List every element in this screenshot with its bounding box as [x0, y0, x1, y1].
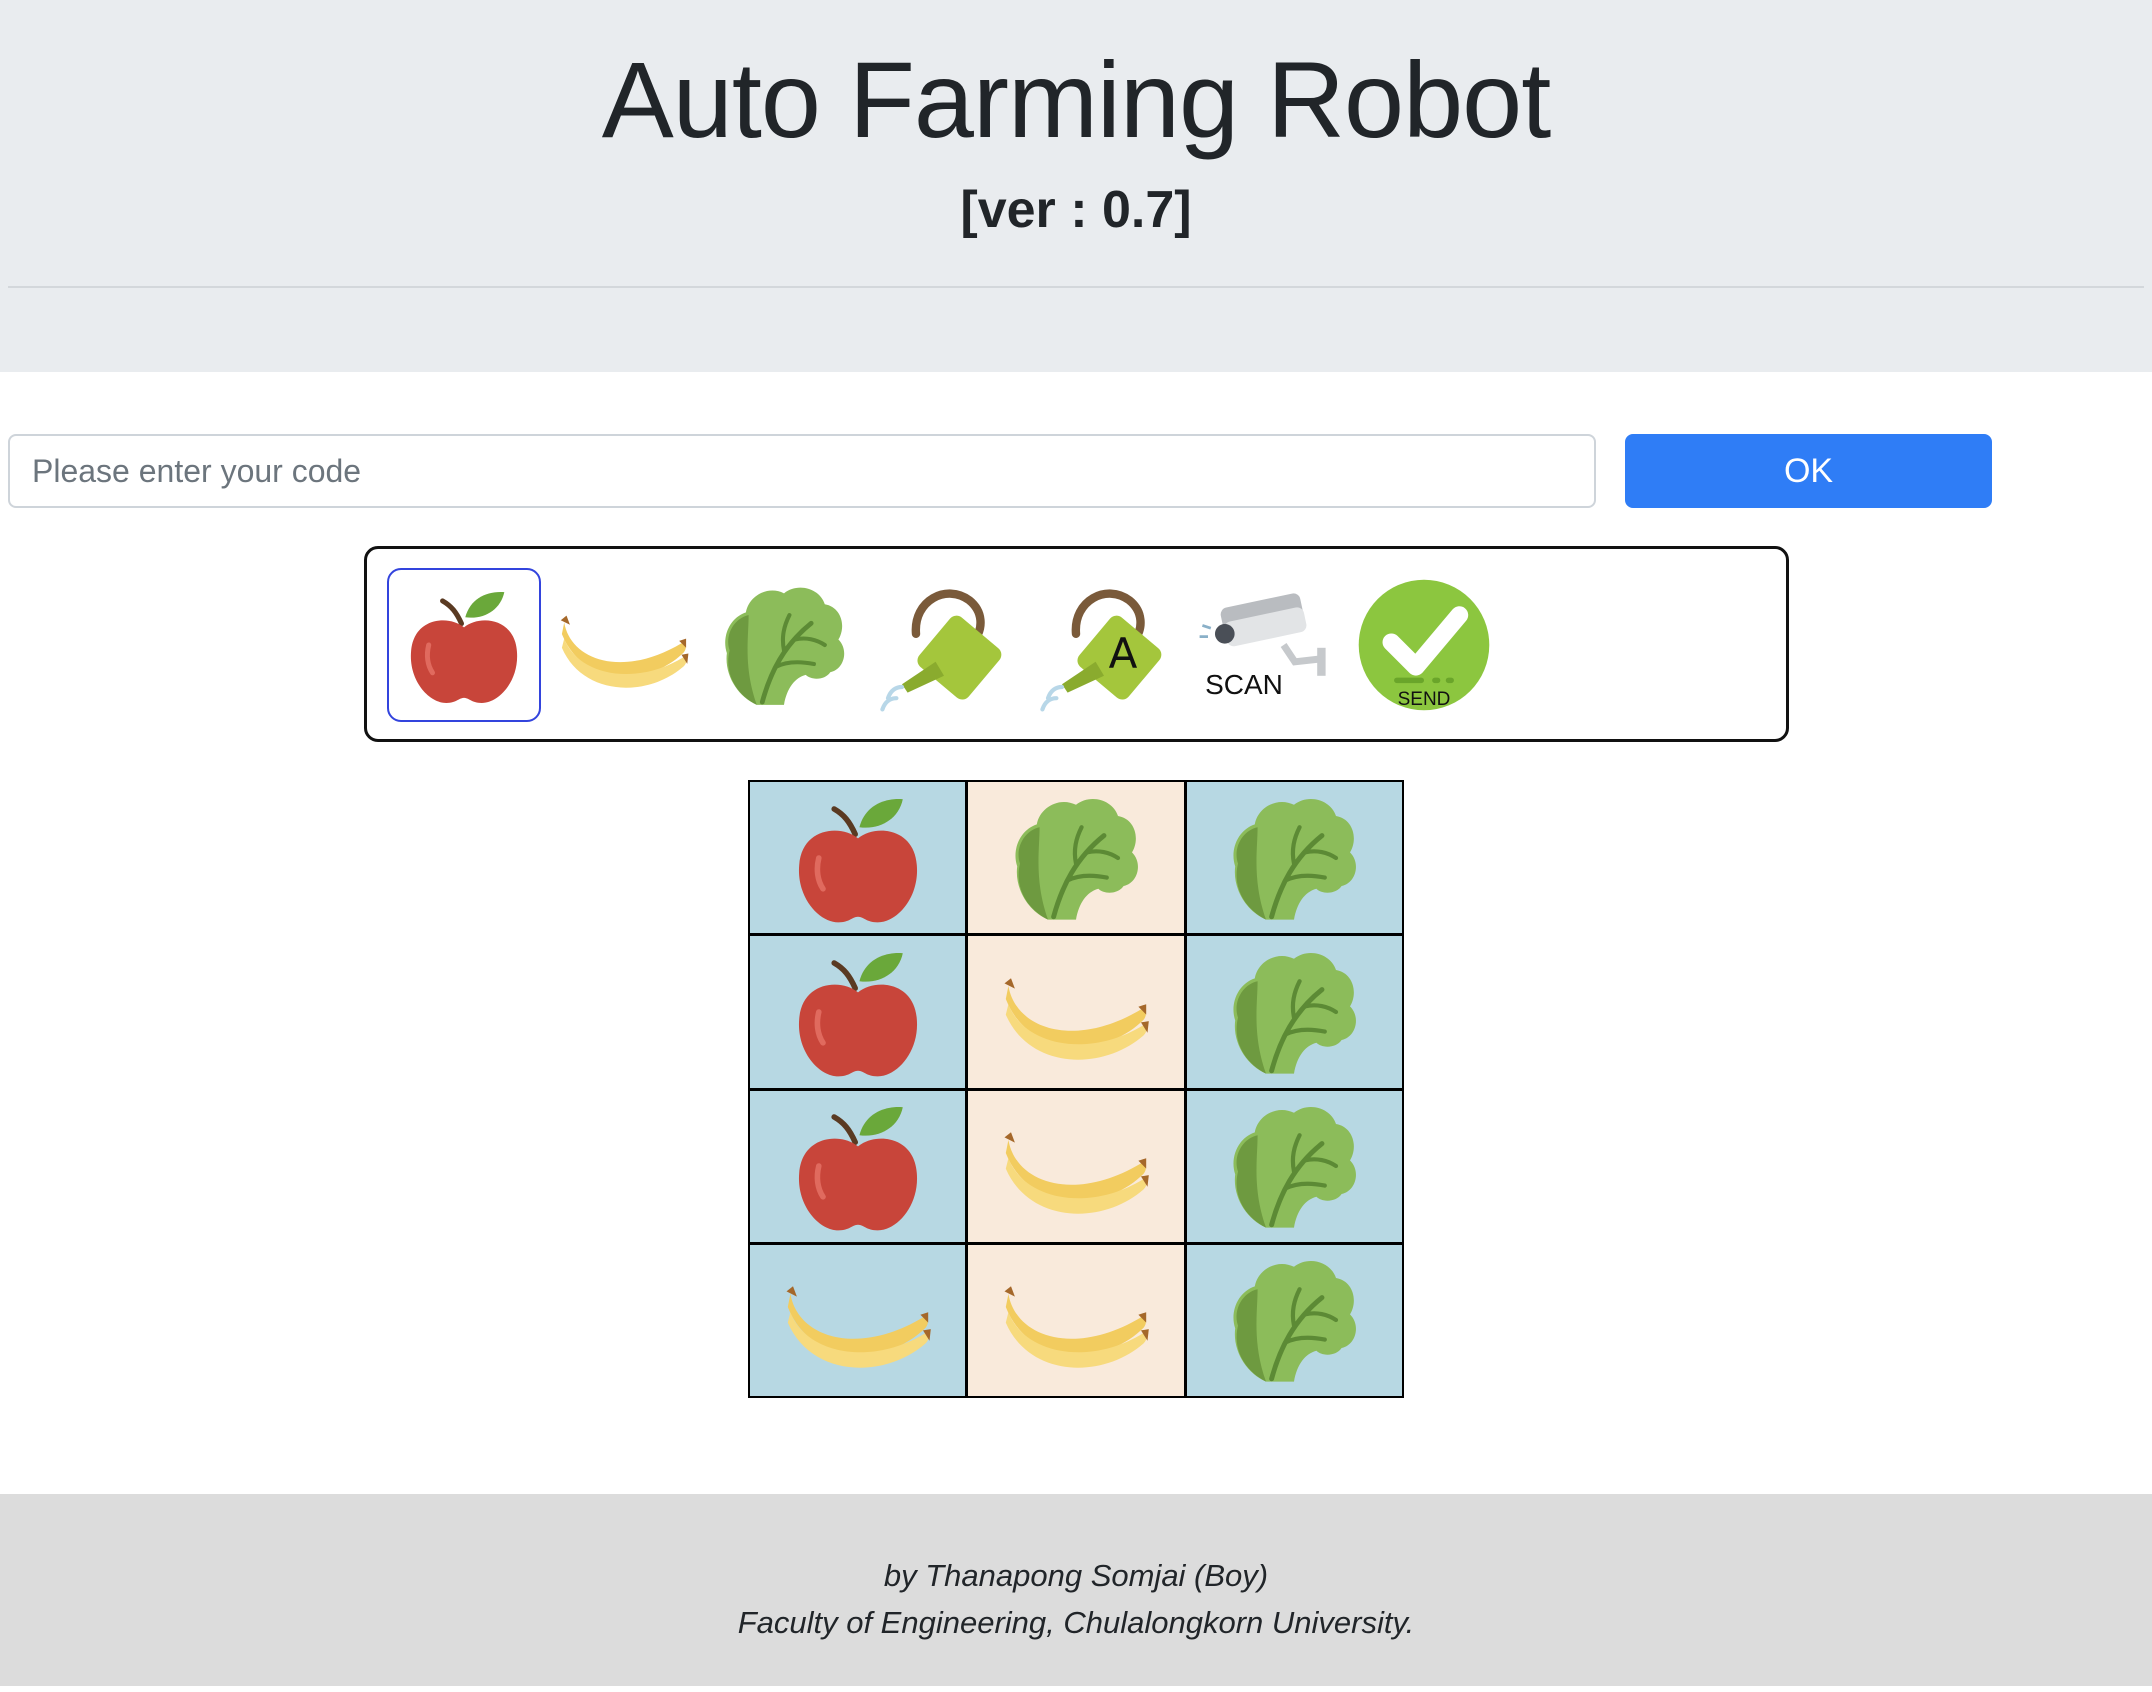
- code-input[interactable]: [8, 434, 1596, 508]
- grid-cell-r1-c2[interactable]: [1186, 936, 1402, 1088]
- send-check-icon: SEND: [1356, 577, 1492, 713]
- grid-cell-r2-c2[interactable]: [1186, 1090, 1402, 1242]
- ok-button[interactable]: OK: [1625, 434, 1992, 508]
- footer: by Thanapong Somjai (Boy) Faculty of Eng…: [0, 1494, 2152, 1686]
- tool-lettuce[interactable]: [707, 568, 861, 722]
- grid-cell-r0-c2[interactable]: [1186, 782, 1402, 934]
- banana-icon: [978, 1101, 1174, 1231]
- banana-icon: [760, 1255, 956, 1385]
- tool-scan[interactable]: SCAN: [1187, 568, 1341, 722]
- tool-palette: A SCAN SEND: [364, 546, 1789, 742]
- banana-icon: [978, 947, 1174, 1077]
- apple-icon: [773, 942, 943, 1082]
- grid-cell-r2-c0[interactable]: [750, 1090, 966, 1242]
- tool-watering-can[interactable]: [867, 568, 1021, 722]
- watering-can-icon: [874, 575, 1014, 715]
- scan-label: SCAN: [1205, 669, 1283, 700]
- apple-icon: [773, 1096, 943, 1236]
- grid-cell-r3-c1[interactable]: [968, 1244, 1184, 1396]
- grid-cell-r0-c0[interactable]: [750, 782, 966, 934]
- tool-send[interactable]: SEND: [1347, 568, 1501, 722]
- grid-cell-r1-c1[interactable]: [968, 936, 1184, 1088]
- version-label: [ver : 0.7]: [960, 181, 1192, 239]
- footer-author: by Thanapong Somjai (Boy): [883, 1558, 1269, 1593]
- page-title: Auto Farming Robot: [601, 39, 1551, 160]
- lettuce-icon: [986, 788, 1166, 928]
- send-label: SEND: [1398, 689, 1451, 710]
- tool-auto-watering-can[interactable]: A: [1027, 568, 1181, 722]
- grid-cell-r1-c0[interactable]: [750, 936, 966, 1088]
- apple-icon: [773, 788, 943, 928]
- auto-watering-can-label: A: [1109, 629, 1138, 678]
- header-divider: [8, 286, 2144, 288]
- footer-affiliation: Faculty of Engineering, Chulalongkorn Un…: [737, 1605, 1415, 1640]
- header: Auto Farming Robot [ver : 0.7]: [0, 0, 2152, 372]
- lettuce-icon: [1204, 1096, 1384, 1236]
- grid-cell-r0-c1[interactable]: [968, 782, 1184, 934]
- scan-camera-icon: SCAN: [1194, 575, 1334, 700]
- tool-apple[interactable]: [387, 568, 541, 722]
- grid-cell-r3-c0[interactable]: [750, 1244, 966, 1396]
- grid-cell-r2-c1[interactable]: [968, 1090, 1184, 1242]
- tool-banana[interactable]: [547, 568, 701, 722]
- lettuce-icon: [1204, 942, 1384, 1082]
- lettuce-icon: [1204, 788, 1384, 928]
- banana-icon: [978, 1255, 1174, 1385]
- auto-watering-can-icon: A: [1034, 575, 1174, 715]
- farm-grid: [748, 780, 1404, 1398]
- lettuce-icon: [1204, 1250, 1384, 1390]
- apple-icon: [401, 582, 527, 708]
- lettuce-icon: [716, 577, 852, 713]
- grid-cell-r3-c2[interactable]: [1186, 1244, 1402, 1396]
- banana-icon: [555, 588, 693, 703]
